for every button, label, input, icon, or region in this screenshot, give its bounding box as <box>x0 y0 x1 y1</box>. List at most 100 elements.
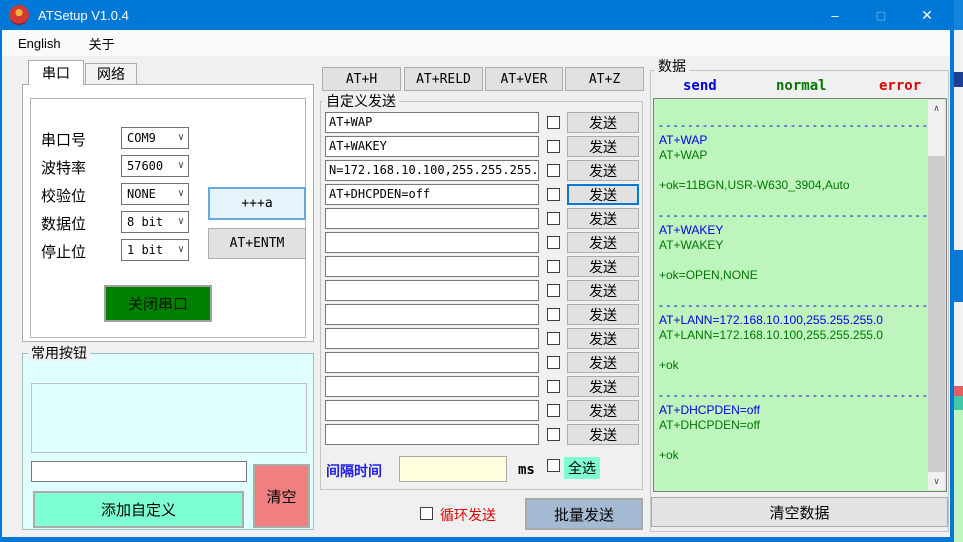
select-all-label: 全选 <box>564 457 600 479</box>
custom-send-input[interactable] <box>325 328 539 349</box>
send-button[interactable]: 发送 <box>567 328 639 349</box>
close-icon: ✕ <box>921 7 933 24</box>
menu-item-english[interactable]: English <box>18 36 61 51</box>
log-area[interactable]: - - - - - - - - - - - - - - - - - - - - … <box>653 98 947 492</box>
custom-send-input[interactable] <box>325 304 539 325</box>
log-line: AT+WAKEY <box>659 238 927 253</box>
send-button[interactable]: 发送 <box>567 280 639 301</box>
data-panel: sendnormalerror - - - - - - - - - - - - … <box>650 70 949 532</box>
legend-error: error <box>879 78 921 94</box>
custom-send-input[interactable] <box>325 424 539 445</box>
minimize-button[interactable]: – <box>812 0 858 30</box>
combo-value: COM9 <box>127 131 156 145</box>
combo-value: 1 bit <box>127 243 163 257</box>
custom-send-checkbox[interactable] <box>547 236 560 249</box>
field-combobox[interactable]: 1 bit ∨ <box>121 239 189 261</box>
combo-value: 57600 <box>127 159 163 173</box>
send-button[interactable]: 发送 <box>567 232 639 253</box>
send-button[interactable]: 发送 <box>567 256 639 277</box>
scroll-down-icon: ∨ <box>933 476 940 487</box>
serial-form: +++a AT+ENTM 关闭串口 串口号COM9∨波特率57600∨校验位NO… <box>30 98 306 338</box>
custom-send-input[interactable]: AT+WAKEY <box>325 136 539 157</box>
escape-sequence-button[interactable]: +++a <box>208 187 306 220</box>
custom-name-input[interactable] <box>31 461 247 482</box>
log-line <box>659 433 927 448</box>
quick-button-at-h[interactable]: AT+H <box>322 67 401 91</box>
custom-send-checkbox[interactable] <box>547 212 560 225</box>
custom-send-checkbox[interactable] <box>547 260 560 273</box>
custom-send-checkbox[interactable] <box>547 428 560 441</box>
quick-button-at-ver[interactable]: AT+VER <box>485 67 563 91</box>
window-border-left <box>0 30 2 542</box>
select-all-checkbox[interactable] <box>547 459 560 472</box>
send-button[interactable]: 发送 <box>567 304 639 325</box>
menu-item-about[interactable]: 关于 <box>89 34 115 53</box>
custom-send-checkbox[interactable] <box>547 332 560 345</box>
scrollbar-thumb[interactable] <box>928 156 945 472</box>
interval-time-label: 间隔时间 <box>326 461 382 481</box>
custom-send-checkbox[interactable] <box>547 140 560 153</box>
send-button[interactable]: 发送 <box>567 352 639 373</box>
custom-send-checkbox[interactable] <box>547 164 560 177</box>
field-combobox[interactable]: NONE∨ <box>121 183 189 205</box>
quick-button-at-z[interactable]: AT+Z <box>565 67 644 91</box>
background-fragment <box>954 250 963 302</box>
at-entm-button[interactable]: AT+ENTM <box>208 228 306 259</box>
custom-send-input[interactable] <box>325 376 539 397</box>
scrollbar-down-button[interactable]: ∨ <box>928 473 945 490</box>
tab-serial[interactable]: 串口 <box>28 60 84 85</box>
custom-send-checkbox[interactable] <box>547 404 560 417</box>
custom-send-title: 自定义发送 <box>323 93 399 109</box>
field-label: 校验位 <box>41 185 86 206</box>
send-button[interactable]: 发送 <box>567 376 639 397</box>
custom-send-input[interactable] <box>325 232 539 253</box>
custom-send-checkbox[interactable] <box>547 356 560 369</box>
menu-bar: English 关于 <box>2 30 950 56</box>
send-button[interactable]: 发送 <box>567 184 639 205</box>
close-button[interactable]: ✕ <box>904 0 950 30</box>
legend-normal: normal <box>776 78 827 94</box>
field-label: 波特率 <box>41 157 86 178</box>
clear-data-button[interactable]: 清空数据 <box>651 497 948 527</box>
custom-send-input[interactable] <box>325 400 539 421</box>
field-combobox[interactable]: 8 bit∨ <box>121 211 189 233</box>
field-combobox[interactable]: 57600∨ <box>121 155 189 177</box>
interval-time-input[interactable] <box>399 456 507 482</box>
custom-send-checkbox[interactable] <box>547 308 560 321</box>
custom-send-input[interactable] <box>325 280 539 301</box>
loop-send-checkbox[interactable] <box>420 507 433 520</box>
scrollbar-up-button[interactable]: ∧ <box>928 100 945 117</box>
add-custom-button[interactable]: 添加自定义 <box>33 491 244 528</box>
send-button[interactable]: 发送 <box>567 424 639 445</box>
custom-send-input[interactable]: N=172.168.10.100,255.255.255.0 <box>325 160 539 181</box>
log-line: - - - - - - - - - - - - - - - - - - - - … <box>659 298 927 313</box>
window-controls: – ▢ ✕ <box>812 0 950 30</box>
custom-send-input[interactable] <box>325 352 539 373</box>
log-line: AT+LANN=172.168.10.100,255.255.255.0 <box>659 313 927 328</box>
custom-send-input[interactable] <box>325 256 539 277</box>
tab-network[interactable]: 网络 <box>85 63 137 85</box>
custom-send-input[interactable] <box>325 208 539 229</box>
send-button[interactable]: 发送 <box>567 136 639 157</box>
app-logo-icon <box>9 5 29 25</box>
custom-send-input[interactable]: AT+DHCPDEN=off <box>325 184 539 205</box>
batch-send-button[interactable]: 批量发送 <box>525 498 643 530</box>
quick-button-at-reld[interactable]: AT+RELD <box>404 67 483 91</box>
clear-common-button[interactable]: 清空 <box>253 464 310 528</box>
custom-send-input[interactable]: AT+WAP <box>325 112 539 133</box>
send-button[interactable]: 发送 <box>567 112 639 133</box>
common-buttons-list[interactable] <box>31 383 307 453</box>
custom-send-checkbox[interactable] <box>547 188 560 201</box>
maximize-button[interactable]: ▢ <box>858 0 904 30</box>
send-button[interactable]: 发送 <box>567 400 639 421</box>
field-combobox[interactable]: COM9∨ <box>121 127 189 149</box>
close-serial-button[interactable]: 关闭串口 <box>104 285 212 322</box>
custom-send-checkbox[interactable] <box>547 284 560 297</box>
chevron-down-icon: ∨ <box>178 245 184 255</box>
custom-send-checkbox[interactable] <box>547 380 560 393</box>
log-scrollbar[interactable]: ∧ ∨ <box>928 100 945 490</box>
custom-send-checkbox[interactable] <box>547 116 560 129</box>
send-button[interactable]: 发送 <box>567 160 639 181</box>
send-button[interactable]: 发送 <box>567 208 639 229</box>
screen: ATSetup V1.0.4 – ▢ ✕ English关于 串口网络 +++a… <box>0 0 963 542</box>
